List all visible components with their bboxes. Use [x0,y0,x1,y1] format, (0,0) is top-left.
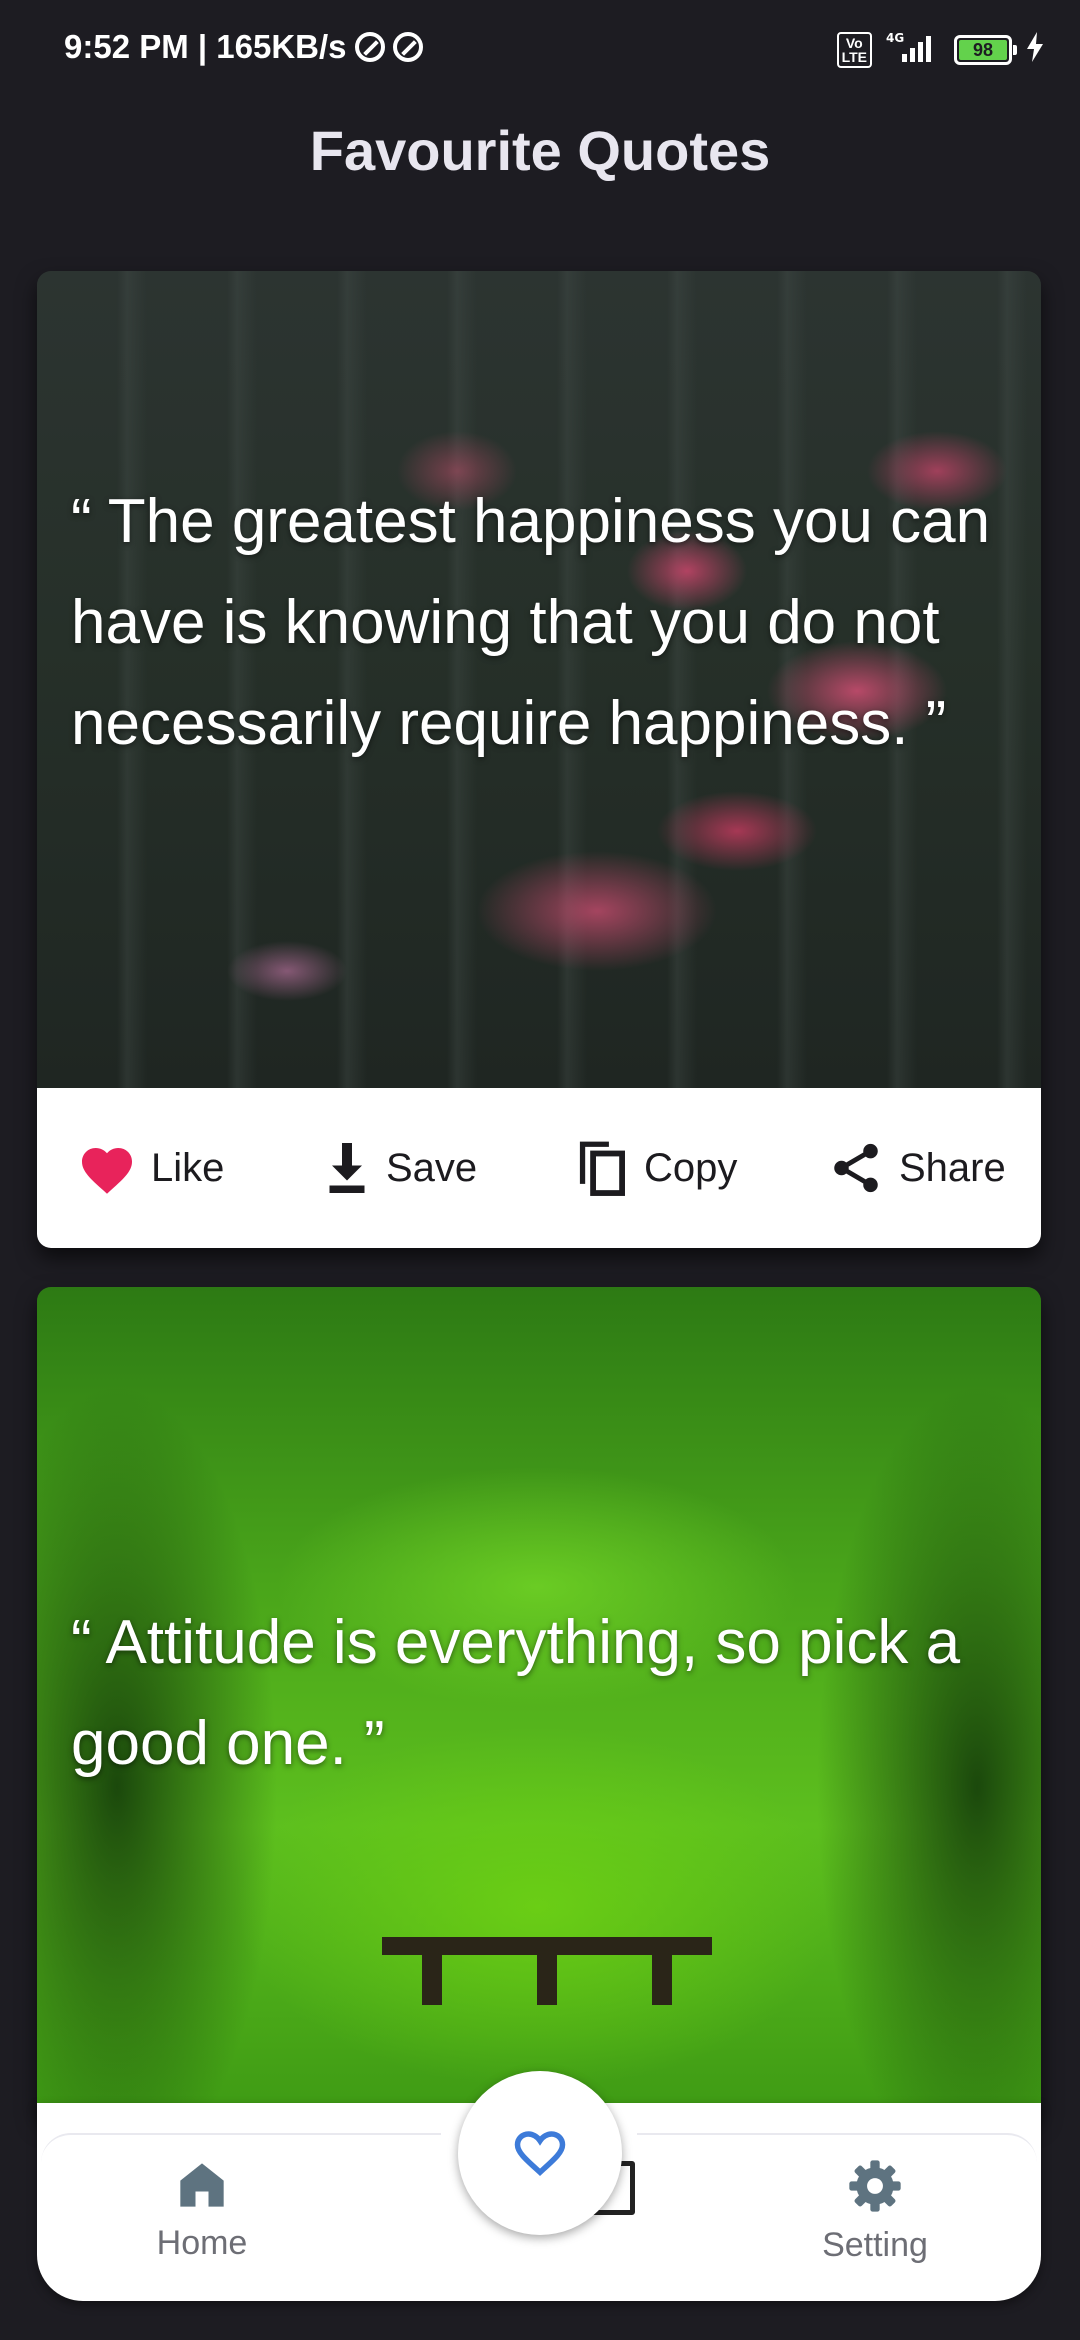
bench-illustration [382,1937,712,2017]
charging-icon [1026,32,1044,67]
page-title: Favourite Quotes [309,119,771,182]
data-saver-icon [354,32,385,62]
heart-icon [77,1140,137,1196]
share-label: Share [899,1145,1006,1190]
status-time-speed: 9:52 PM | 165KB/s [64,28,347,65]
home-icon [82,2158,322,2212]
share-button[interactable]: Share [827,1088,1006,1248]
like-button[interactable]: Like [77,1088,224,1248]
status-left: 9:52 PM | 165KB/s [64,28,423,66]
volte-icon: Vo LTE [836,31,872,68]
copy-icon [572,1136,630,1200]
quote-text: “ The greatest happiness you can have is… [71,487,991,758]
status-right: Vo LTE 4G 98 [836,30,1044,69]
network-signal-icon: 4G [886,30,940,69]
quote-text: “ Attitude is everything, so pick a good… [71,1608,961,1778]
network-type-label: 4G [886,31,904,45]
nav-setting-label: Setting [822,2226,928,2264]
nav-home[interactable]: Home [82,2158,322,2263]
copy-label: Copy [644,1145,738,1190]
like-label: Like [151,1145,225,1190]
save-label: Save [386,1145,478,1190]
status-bar: 9:52 PM | 165KB/s Vo LTE 4G 98 [0,0,1080,100]
save-button[interactable]: Save [322,1088,477,1248]
quote-action-bar: Like Save Copy Share [37,1088,1041,1248]
quote-card: “ The greatest happiness you can have is… [37,271,1041,1248]
favourites-fab-button[interactable] [458,2071,622,2235]
download-icon [322,1140,372,1196]
share-icon [827,1138,885,1198]
gear-icon [755,2158,995,2214]
sync-off-icon [392,32,423,62]
battery-icon: 98 [954,34,1017,65]
battery-level: 98 [959,39,1007,60]
copy-button[interactable]: Copy [572,1088,737,1248]
nav-home-label: Home [156,2224,248,2262]
heart-outline-icon [510,2123,570,2184]
quote-card: “ Attitude is everything, so pick a good… [37,1287,1041,2117]
nav-setting[interactable]: Setting [755,2158,995,2265]
